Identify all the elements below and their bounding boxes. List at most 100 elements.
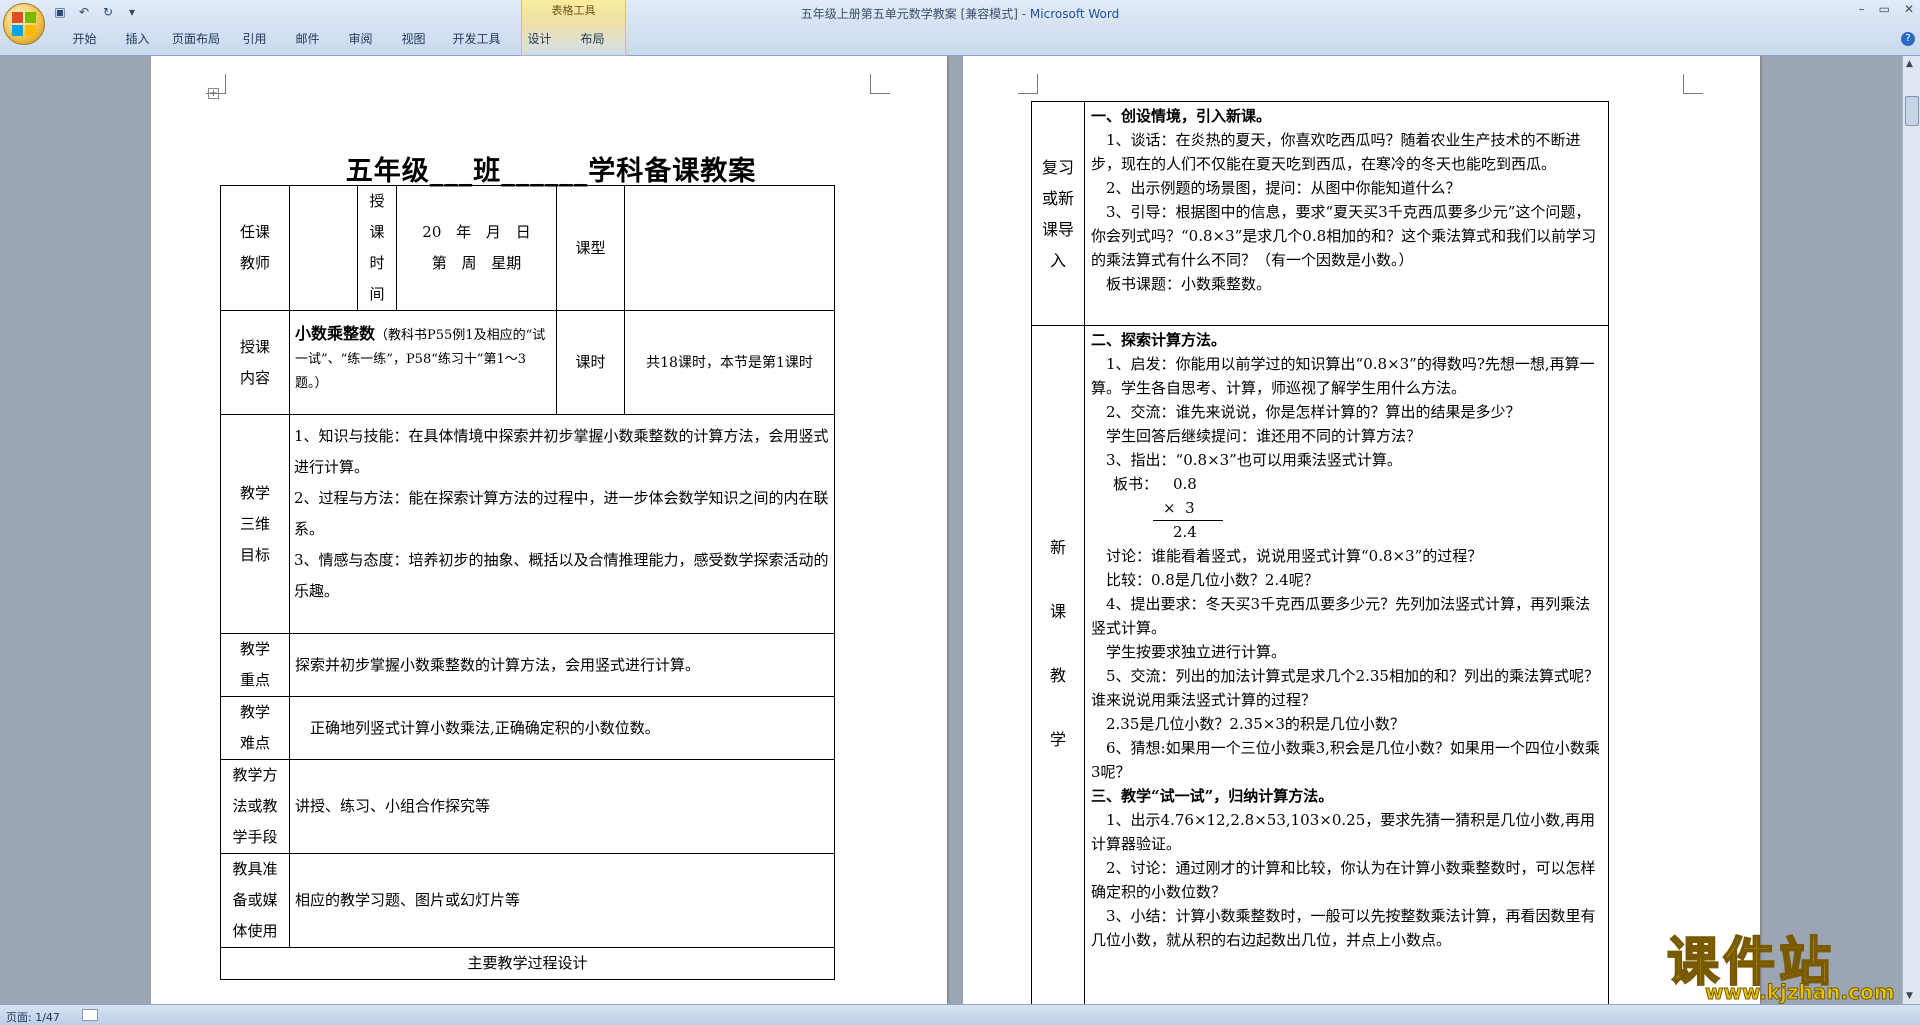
s2-para-9: 5、交流：列出的加法计算式是求几个2.35相加的和？列出的乘法算式呢？谁来说说用… [1091, 667, 1599, 709]
teacher-label-cell: 任课教师 [220, 185, 290, 311]
calc-line-1: 0.8 [1173, 475, 1197, 493]
page-indicator[interactable]: 页面: 1/47 [6, 1009, 60, 1025]
calc-line-2: × 3 [1163, 499, 1195, 517]
key-cell[interactable]: 探索并初步掌握小数乘整数的计算方法，会用竖式进行计算。 [289, 633, 835, 697]
window-title: 五年级上册第五单元数学教案 [兼容模式] - Microsoft Word [0, 5, 1920, 22]
s1-para-2: 2、出示例题的场景图，提问：从图中你能知道什么？ [1106, 179, 1461, 197]
document-workspace: + 五年级___班______学科备课教案 任课教师 授课时间 20 年 月 日… [0, 56, 1902, 1004]
scrollbar-thumb[interactable] [1905, 96, 1919, 126]
content-label: 授课内容 [239, 337, 270, 387]
board-label: 板书： [1113, 475, 1159, 493]
tab-review[interactable]: 审阅 [334, 30, 387, 47]
method-label: 教学方法或教学手段 [232, 766, 278, 846]
media-value: 相应的教学习题、图片或幻灯片等 [295, 891, 521, 909]
time-label: 授课时间 [369, 192, 385, 303]
document-name: 五年级上册第五单元数学教案 [兼容模式] - [800, 7, 1030, 21]
media-cell[interactable]: 相应的教学习题、图片或幻灯片等 [289, 853, 835, 948]
goals-label-cell: 教学三维目标 [220, 414, 290, 634]
process-label: 主要教学过程设计 [467, 954, 588, 972]
difficulty-cell[interactable]: 正确地列竖式计算小数乘法,正确确定积的小数位数。 [289, 696, 835, 760]
minimize-button[interactable]: – [1859, 2, 1865, 16]
s2-para-2: 2、交流：谁先来说说，你是怎样计算的？算出的结果是多少？ [1106, 403, 1521, 421]
status-bar: 页面: 1/47 [0, 1004, 1920, 1025]
process-table: 复习或新课导入 一、创设情境，引入新课。 1、谈话：在炎热的夏天，你喜欢吃西瓜吗… [1031, 101, 1609, 1004]
s3-para-1: 1、出示4.76×12,2.8×53,103×0.25，要求先猜一猜积是几位小数… [1091, 811, 1596, 853]
goal-3: 3、情感与态度：培养初步的抽象、概括以及合情推理能力，感受数学探索活动的乐趣。 [294, 551, 829, 600]
review-label-cell: 复习或新课导入 [1031, 101, 1085, 326]
intro-cell[interactable]: 一、创设情境，引入新课。 1、谈话：在炎热的夏天，你喜欢吃西瓜吗？随着农业生产技… [1084, 101, 1609, 326]
type-value-cell[interactable] [624, 185, 835, 311]
tab-home[interactable]: 开始 [58, 30, 111, 47]
tab-insert[interactable]: 插入 [111, 30, 164, 47]
new-lesson-label: 新课教学 [1049, 538, 1066, 749]
media-label: 教具准备或媒体使用 [232, 860, 278, 940]
tab-layout[interactable]: 布局 [566, 30, 619, 47]
key-label: 教学重点 [239, 640, 270, 689]
s1-para-3: 3、引导：根据图中的信息，要求“夏天买3千克西瓜要多少元”这个问题，你会列式吗？… [1091, 203, 1597, 269]
document-page-2: 复习或新课导入 一、创设情境，引入新课。 1、谈话：在炎热的夏天，你喜欢吃西瓜吗… [963, 56, 1760, 1004]
page-title: 五年级___班______学科备课教案 [345, 156, 757, 187]
app-name: Microsoft Word [1029, 7, 1120, 21]
tab-page-layout[interactable]: 页面布局 [164, 30, 228, 47]
key-value: 探索并初步掌握小数乘整数的计算方法，会用竖式进行计算。 [295, 655, 701, 674]
goal-2: 2、过程与方法：能在探索计算方法的过程中，进一步体会数学知识之间的内在联系。 [294, 489, 829, 538]
content-bold: 小数乘整数 [295, 323, 376, 343]
content-label-cell: 授课内容 [220, 310, 290, 415]
tab-design[interactable]: 设计 [513, 30, 566, 47]
ribbon-tabs: 开始 插入 页面布局 引用 邮件 审阅 视图 开发工具 设计 布局 [58, 30, 619, 47]
type-label: 课型 [575, 238, 606, 257]
help-icon[interactable]: ? [1901, 32, 1915, 46]
process-header-cell: 主要教学过程设计 [220, 947, 835, 980]
proofing-icon[interactable] [82, 1009, 98, 1021]
table-move-handle-icon[interactable]: + [208, 88, 219, 99]
difficulty-value: 正确地列竖式计算小数乘法,正确确定积的小数位数。 [310, 718, 660, 737]
section-3-title: 三、教学“试一试”，归纳计算方法。 [1091, 787, 1334, 805]
document-page-1: + 五年级___班______学科备课教案 任课教师 授课时间 20 年 月 日… [151, 56, 947, 1004]
teacher-label: 任课教师 [239, 223, 270, 272]
tab-references[interactable]: 引用 [228, 30, 281, 47]
tab-mailings[interactable]: 邮件 [281, 30, 334, 47]
teacher-value-cell[interactable] [289, 185, 358, 311]
ribbon-area: ▣ ↶ ↻ ▾ 表格工具 五年级上册第五单元数学教案 [兼容模式] - Micr… [0, 0, 1920, 56]
vertical-scrollbar[interactable]: ▲ ▼ [1902, 56, 1920, 1004]
board-calculation: 板书： 0.8 × 3 2.4 [1091, 472, 1602, 544]
crop-mark [1683, 74, 1703, 94]
crop-mark [1018, 74, 1038, 94]
section-1-title: 一、创设情境，引入新课。 [1091, 107, 1272, 125]
s1-para-1: 1、谈话：在炎热的夏天，你喜欢吃西瓜吗？随着农业生产技术的不断进步，现在的人们不… [1091, 131, 1581, 173]
hours-label-cell: 课时 [556, 310, 625, 415]
scroll-up-arrow-icon[interactable]: ▲ [1906, 59, 1913, 69]
goals-cell[interactable]: 1、知识与技能：在具体情境中探索并初步掌握小数乘整数的计算方法，会用竖式进行计算… [289, 414, 835, 634]
tab-view[interactable]: 视图 [387, 30, 440, 47]
hours-label: 课时 [575, 353, 606, 371]
scroll-down-arrow-icon[interactable]: ▼ [1906, 991, 1913, 1001]
key-label-cell: 教学重点 [220, 633, 290, 697]
hours-value-cell[interactable]: 共18课时，本节是第1课时 [624, 310, 835, 415]
time-label-cell: 授课时间 [357, 185, 397, 311]
section-2-title: 二、探索计算方法。 [1091, 331, 1227, 349]
calc-line-3: 2.4 [1173, 523, 1197, 541]
method-value: 讲授、练习、小组合作探究等 [295, 797, 491, 815]
method-label-cell: 教学方法或教学手段 [220, 759, 290, 854]
close-button[interactable]: ✕ [1904, 2, 1914, 16]
content-cell[interactable]: 小数乘整数（教科书P55例1及相应的“试一试”、“练一练”，P58“练习十”第1… [289, 310, 557, 415]
method-cell[interactable]: 讲授、练习、小组合作探究等 [289, 759, 835, 854]
media-label-cell: 教具准备或媒体使用 [220, 853, 290, 948]
crop-mark [870, 74, 890, 94]
s2-para-5: 讨论：谁能看着竖式，说说用竖式计算“0.8×3”的过程？ [1106, 547, 1483, 565]
review-label: 复习或新课导入 [1041, 157, 1074, 270]
s2-para-6: 比较：0.8是几位小数？2.4呢？ [1106, 571, 1319, 589]
goal-1: 1、知识与技能：在具体情境中探索并初步掌握小数乘整数的计算方法，会用竖式进行计算… [294, 427, 829, 476]
new-lesson-cell[interactable]: 二、探索计算方法。 1、启发：你能用以前学过的知识算出“0.8×3”的得数吗?先… [1084, 325, 1609, 1004]
s2-para-7: 4、提出要求：冬天买3千克西瓜要多少元？先列加法竖式计算，再列乘法竖式计算。 [1091, 595, 1591, 637]
s2-para-4: 3、指出：“0.8×3”也可以用乘法竖式计算。 [1106, 451, 1402, 469]
maximize-button[interactable]: ▭ [1879, 2, 1890, 16]
window-controls: – ▭ ✕ [1859, 2, 1914, 16]
type-label-cell: 课型 [556, 185, 625, 311]
s3-para-3: 3、小结：计算小数乘整数时，一般可以先按整数乘法计算，再看因数里有几位小数，就从… [1091, 907, 1596, 949]
tab-developer[interactable]: 开发工具 [440, 30, 513, 47]
s3-para-2: 2、讨论：通过刚才的计算和比较，你认为在计算小数乘整数时，可以怎样确定积的小数位… [1091, 859, 1596, 901]
date-cell[interactable]: 20 年 月 日第 周 星期 [396, 185, 557, 311]
watermark-logo: 课件站 www.kjzhan.com [1666, 920, 1902, 1005]
s2-para-3: 学生回答后继续提问：谁还用不同的计算方法？ [1106, 427, 1422, 445]
